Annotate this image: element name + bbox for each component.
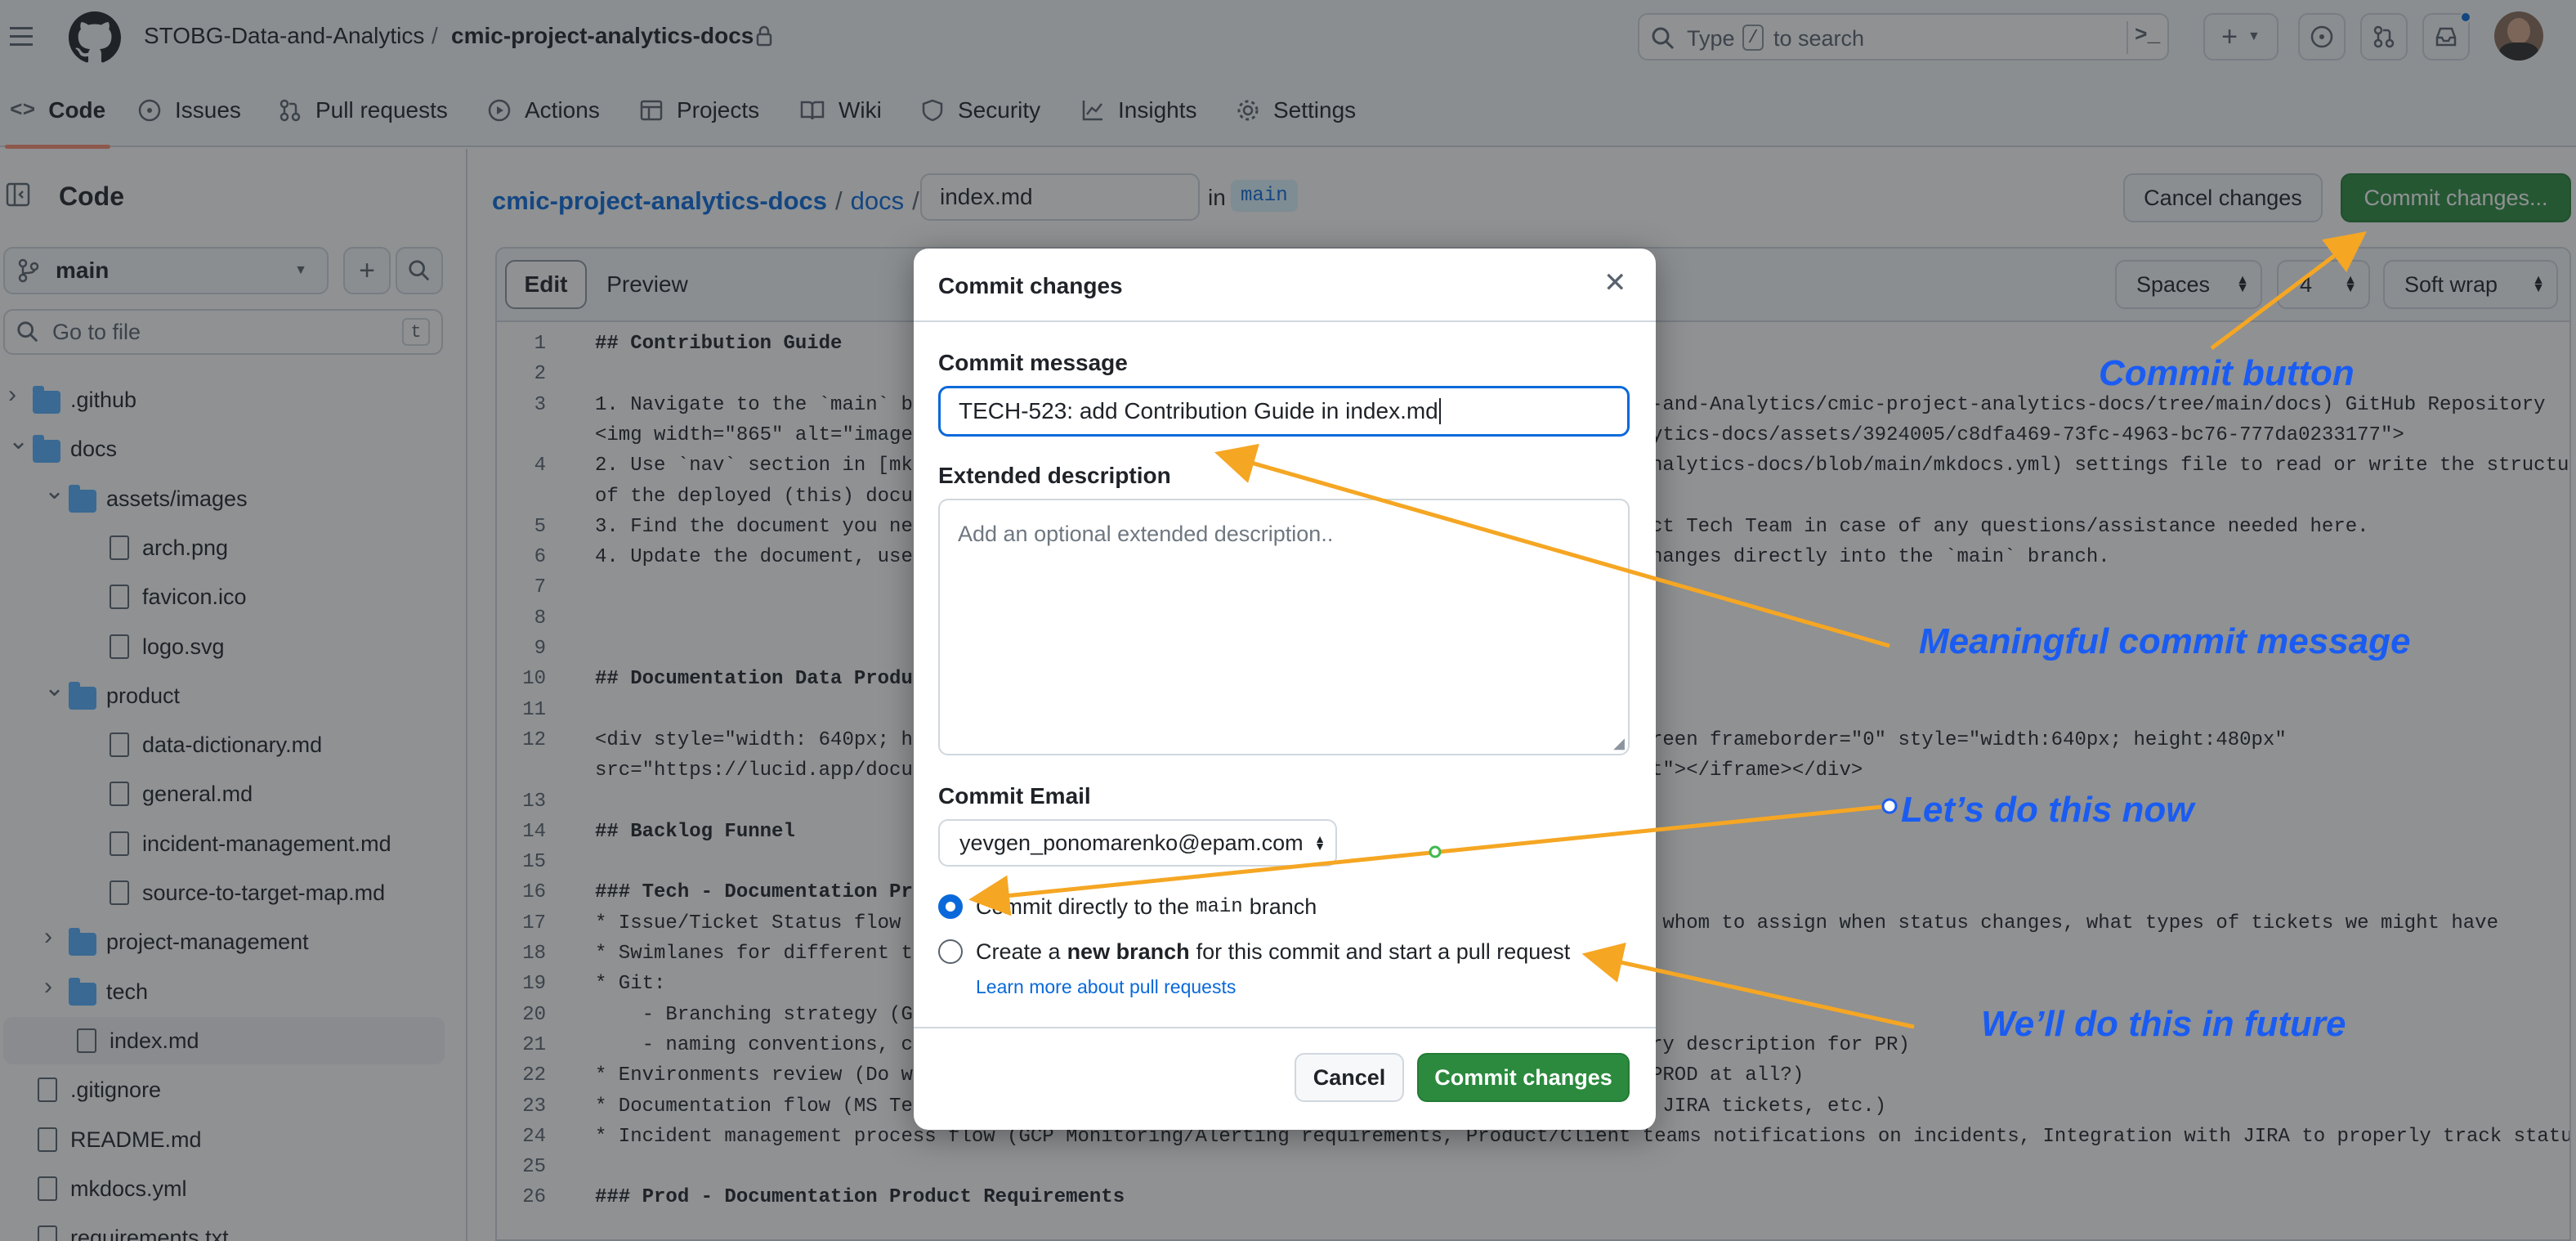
annotation-commit-message: Meaningful commit message	[1919, 621, 2411, 661]
annotation-do-now: Let’s do this now	[1901, 790, 2194, 830]
annotation-commit-button: Commit button	[2099, 353, 2355, 393]
annotation-arrows	[968, 231, 2367, 1029]
annotation-do-future: We’ll do this in future	[1981, 1004, 2346, 1044]
arrow-do-future	[1581, 942, 1915, 1029]
arrow-commit-button	[2210, 231, 2367, 350]
arrow-start-dot	[1881, 798, 1898, 814]
arrow-mid-dot	[1429, 845, 1442, 858]
arrow-commit-message	[1214, 443, 1890, 648]
